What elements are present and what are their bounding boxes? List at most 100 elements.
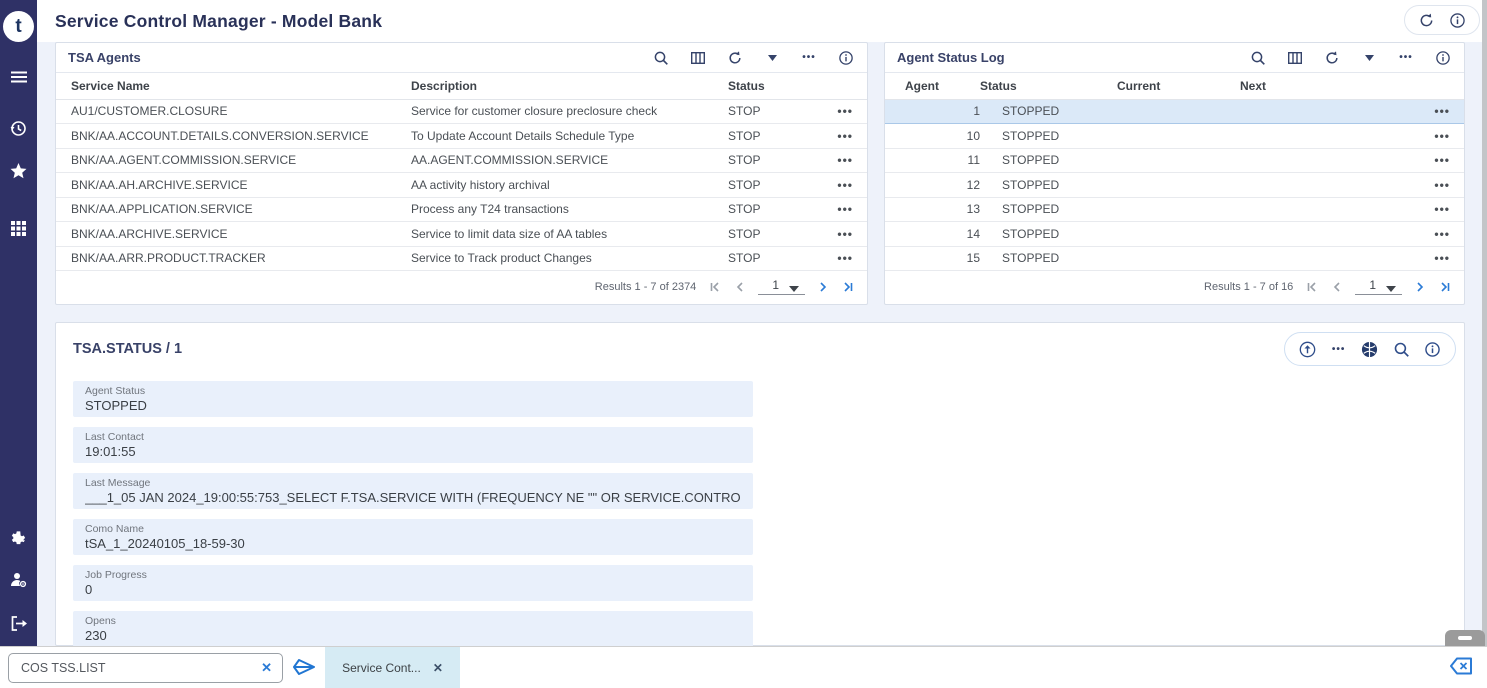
detail-field[interactable]: Agent Status STOPPED xyxy=(73,381,753,417)
col-agent[interactable]: Agent xyxy=(885,73,980,99)
info-icon[interactable] xyxy=(837,49,855,67)
info-icon[interactable] xyxy=(1434,49,1452,67)
row-actions-icon[interactable]: ••• xyxy=(1370,173,1464,198)
table-row[interactable]: BNK/AA.ARR.PRODUCT.TRACKER Service to Tr… xyxy=(56,246,867,271)
cell-agent[interactable]: 14 xyxy=(885,222,980,247)
table-row[interactable]: 11 STOPPED ••• xyxy=(885,148,1464,173)
table-row[interactable]: 1 STOPPED ••• xyxy=(885,99,1464,124)
cell-service-name[interactable]: BNK/AA.AH.ARCHIVE.SERVICE xyxy=(56,173,411,198)
refresh-icon[interactable] xyxy=(1418,11,1436,29)
vertical-scrollbar[interactable] xyxy=(1482,0,1487,646)
apps-grid-icon[interactable] xyxy=(0,213,37,243)
col-next[interactable]: Next xyxy=(1240,73,1370,99)
cell-service-name[interactable]: BNK/AA.ARR.PRODUCT.TRACKER xyxy=(56,246,411,271)
backspace-icon[interactable] xyxy=(1450,657,1473,680)
clear-input-icon[interactable]: ✕ xyxy=(261,660,272,676)
sphere-icon[interactable] xyxy=(1361,340,1379,358)
cell-service-name[interactable]: AU1/CUSTOMER.CLOSURE xyxy=(56,99,411,124)
hamburger-menu-icon[interactable] xyxy=(0,62,37,92)
table-row[interactable]: BNK/AA.APPLICATION.SERVICE Process any T… xyxy=(56,197,867,222)
table-row[interactable]: BNK/AA.AH.ARCHIVE.SERVICE AA activity hi… xyxy=(56,173,867,198)
row-actions-icon[interactable]: ••• xyxy=(1370,99,1464,124)
next-page-icon[interactable] xyxy=(1416,282,1424,292)
page-select[interactable]: 1 xyxy=(758,278,805,295)
row-actions-icon[interactable]: ••• xyxy=(803,124,867,149)
row-actions-icon[interactable]: ••• xyxy=(803,246,867,271)
chevron-down-icon[interactable] xyxy=(1360,49,1378,67)
cell-agent[interactable]: 10 xyxy=(885,124,980,149)
row-actions-icon[interactable]: ••• xyxy=(1370,222,1464,247)
prev-page-icon[interactable] xyxy=(736,282,744,292)
send-command-icon[interactable] xyxy=(293,657,315,682)
table-row[interactable]: 14 STOPPED ••• xyxy=(885,222,1464,247)
cell-service-name[interactable]: BNK/AA.APPLICATION.SERVICE xyxy=(56,197,411,222)
cell-service-name[interactable]: BNK/AA.ACCOUNT.DETAILS.CONVERSION.SERVIC… xyxy=(56,124,411,149)
col-status[interactable]: Status xyxy=(728,73,803,99)
cell-agent[interactable]: 1 xyxy=(885,99,980,124)
cell-agent[interactable]: 15 xyxy=(885,246,980,271)
detail-field[interactable]: Como Name tSA_1_20240105_18-59-30 xyxy=(73,519,753,555)
search-icon[interactable] xyxy=(652,49,670,67)
first-page-icon[interactable] xyxy=(710,282,722,292)
table-row[interactable]: 15 STOPPED ••• xyxy=(885,246,1464,271)
detail-field[interactable]: Last Contact 19:01:55 xyxy=(73,427,753,463)
row-actions-icon[interactable]: ••• xyxy=(1370,246,1464,271)
cell-service-name[interactable]: BNK/AA.ARCHIVE.SERVICE xyxy=(56,222,411,247)
detail-field[interactable]: Job Progress 0 xyxy=(73,565,753,601)
chevron-down-icon[interactable] xyxy=(763,49,781,67)
user-admin-icon[interactable] xyxy=(0,565,37,595)
row-actions-icon[interactable]: ••• xyxy=(1370,148,1464,173)
table-row[interactable]: BNK/AA.AGENT.COMMISSION.SERVICE AA.AGENT… xyxy=(56,148,867,173)
settings-gear-icon[interactable] xyxy=(0,523,37,553)
row-actions-icon[interactable]: ••• xyxy=(803,222,867,247)
search-icon[interactable] xyxy=(1249,49,1267,67)
table-row[interactable]: 12 STOPPED ••• xyxy=(885,173,1464,198)
table-row[interactable]: AU1/CUSTOMER.CLOSURE Service for custome… xyxy=(56,99,867,124)
prev-page-icon[interactable] xyxy=(1333,282,1341,292)
col-status[interactable]: Status xyxy=(980,73,1117,99)
col-service-name[interactable]: Service Name xyxy=(56,73,411,99)
row-actions-icon[interactable]: ••• xyxy=(803,197,867,222)
col-description[interactable]: Description xyxy=(411,73,728,99)
search-icon[interactable] xyxy=(1392,340,1410,358)
row-actions-icon[interactable]: ••• xyxy=(1370,197,1464,222)
row-actions-icon[interactable]: ••• xyxy=(803,148,867,173)
history-icon[interactable] xyxy=(0,113,37,143)
temenos-logo[interactable]: t xyxy=(3,11,34,42)
more-actions-icon[interactable]: ••• xyxy=(800,49,818,67)
last-page-icon[interactable] xyxy=(841,282,853,292)
more-actions-icon[interactable]: ••• xyxy=(1330,340,1348,358)
table-row[interactable]: BNK/AA.ARCHIVE.SERVICE Service to limit … xyxy=(56,222,867,247)
refresh-icon[interactable] xyxy=(1323,49,1341,67)
cell-agent[interactable]: 12 xyxy=(885,173,980,198)
close-tab-icon[interactable]: ✕ xyxy=(433,661,443,675)
first-page-icon[interactable] xyxy=(1307,282,1319,292)
row-actions-icon[interactable]: ••• xyxy=(803,99,867,124)
row-actions-icon[interactable]: ••• xyxy=(803,173,867,198)
info-icon[interactable] xyxy=(1424,340,1442,358)
page-select[interactable]: 1 xyxy=(1355,278,1402,295)
col-current[interactable]: Current xyxy=(1117,73,1240,99)
detail-field[interactable]: Last Message ___1_05 JAN 2024_19:00:55:7… xyxy=(73,473,753,509)
command-input-box[interactable]: ✕ xyxy=(8,653,283,683)
columns-icon[interactable] xyxy=(1286,49,1304,67)
columns-icon[interactable] xyxy=(689,49,707,67)
arrow-up-circle-icon[interactable] xyxy=(1298,340,1316,358)
next-page-icon[interactable] xyxy=(819,282,827,292)
last-page-icon[interactable] xyxy=(1438,282,1450,292)
horizontal-scrollbar-thumb[interactable] xyxy=(1445,630,1485,646)
detail-field[interactable]: Opens 230 xyxy=(73,611,753,647)
table-row[interactable]: 10 STOPPED ••• xyxy=(885,124,1464,149)
logout-icon[interactable] xyxy=(0,608,37,638)
table-row[interactable]: BNK/AA.ACCOUNT.DETAILS.CONVERSION.SERVIC… xyxy=(56,124,867,149)
row-actions-icon[interactable]: ••• xyxy=(1370,124,1464,149)
refresh-icon[interactable] xyxy=(726,49,744,67)
info-icon[interactable] xyxy=(1448,11,1466,29)
cell-agent[interactable]: 13 xyxy=(885,197,980,222)
more-actions-icon[interactable]: ••• xyxy=(1397,49,1415,67)
tab-service-control[interactable]: Service Cont... ✕ xyxy=(325,647,460,688)
table-row[interactable]: 13 STOPPED ••• xyxy=(885,197,1464,222)
command-input[interactable] xyxy=(21,661,255,675)
cell-service-name[interactable]: BNK/AA.AGENT.COMMISSION.SERVICE xyxy=(56,148,411,173)
favorites-star-icon[interactable] xyxy=(0,156,37,186)
